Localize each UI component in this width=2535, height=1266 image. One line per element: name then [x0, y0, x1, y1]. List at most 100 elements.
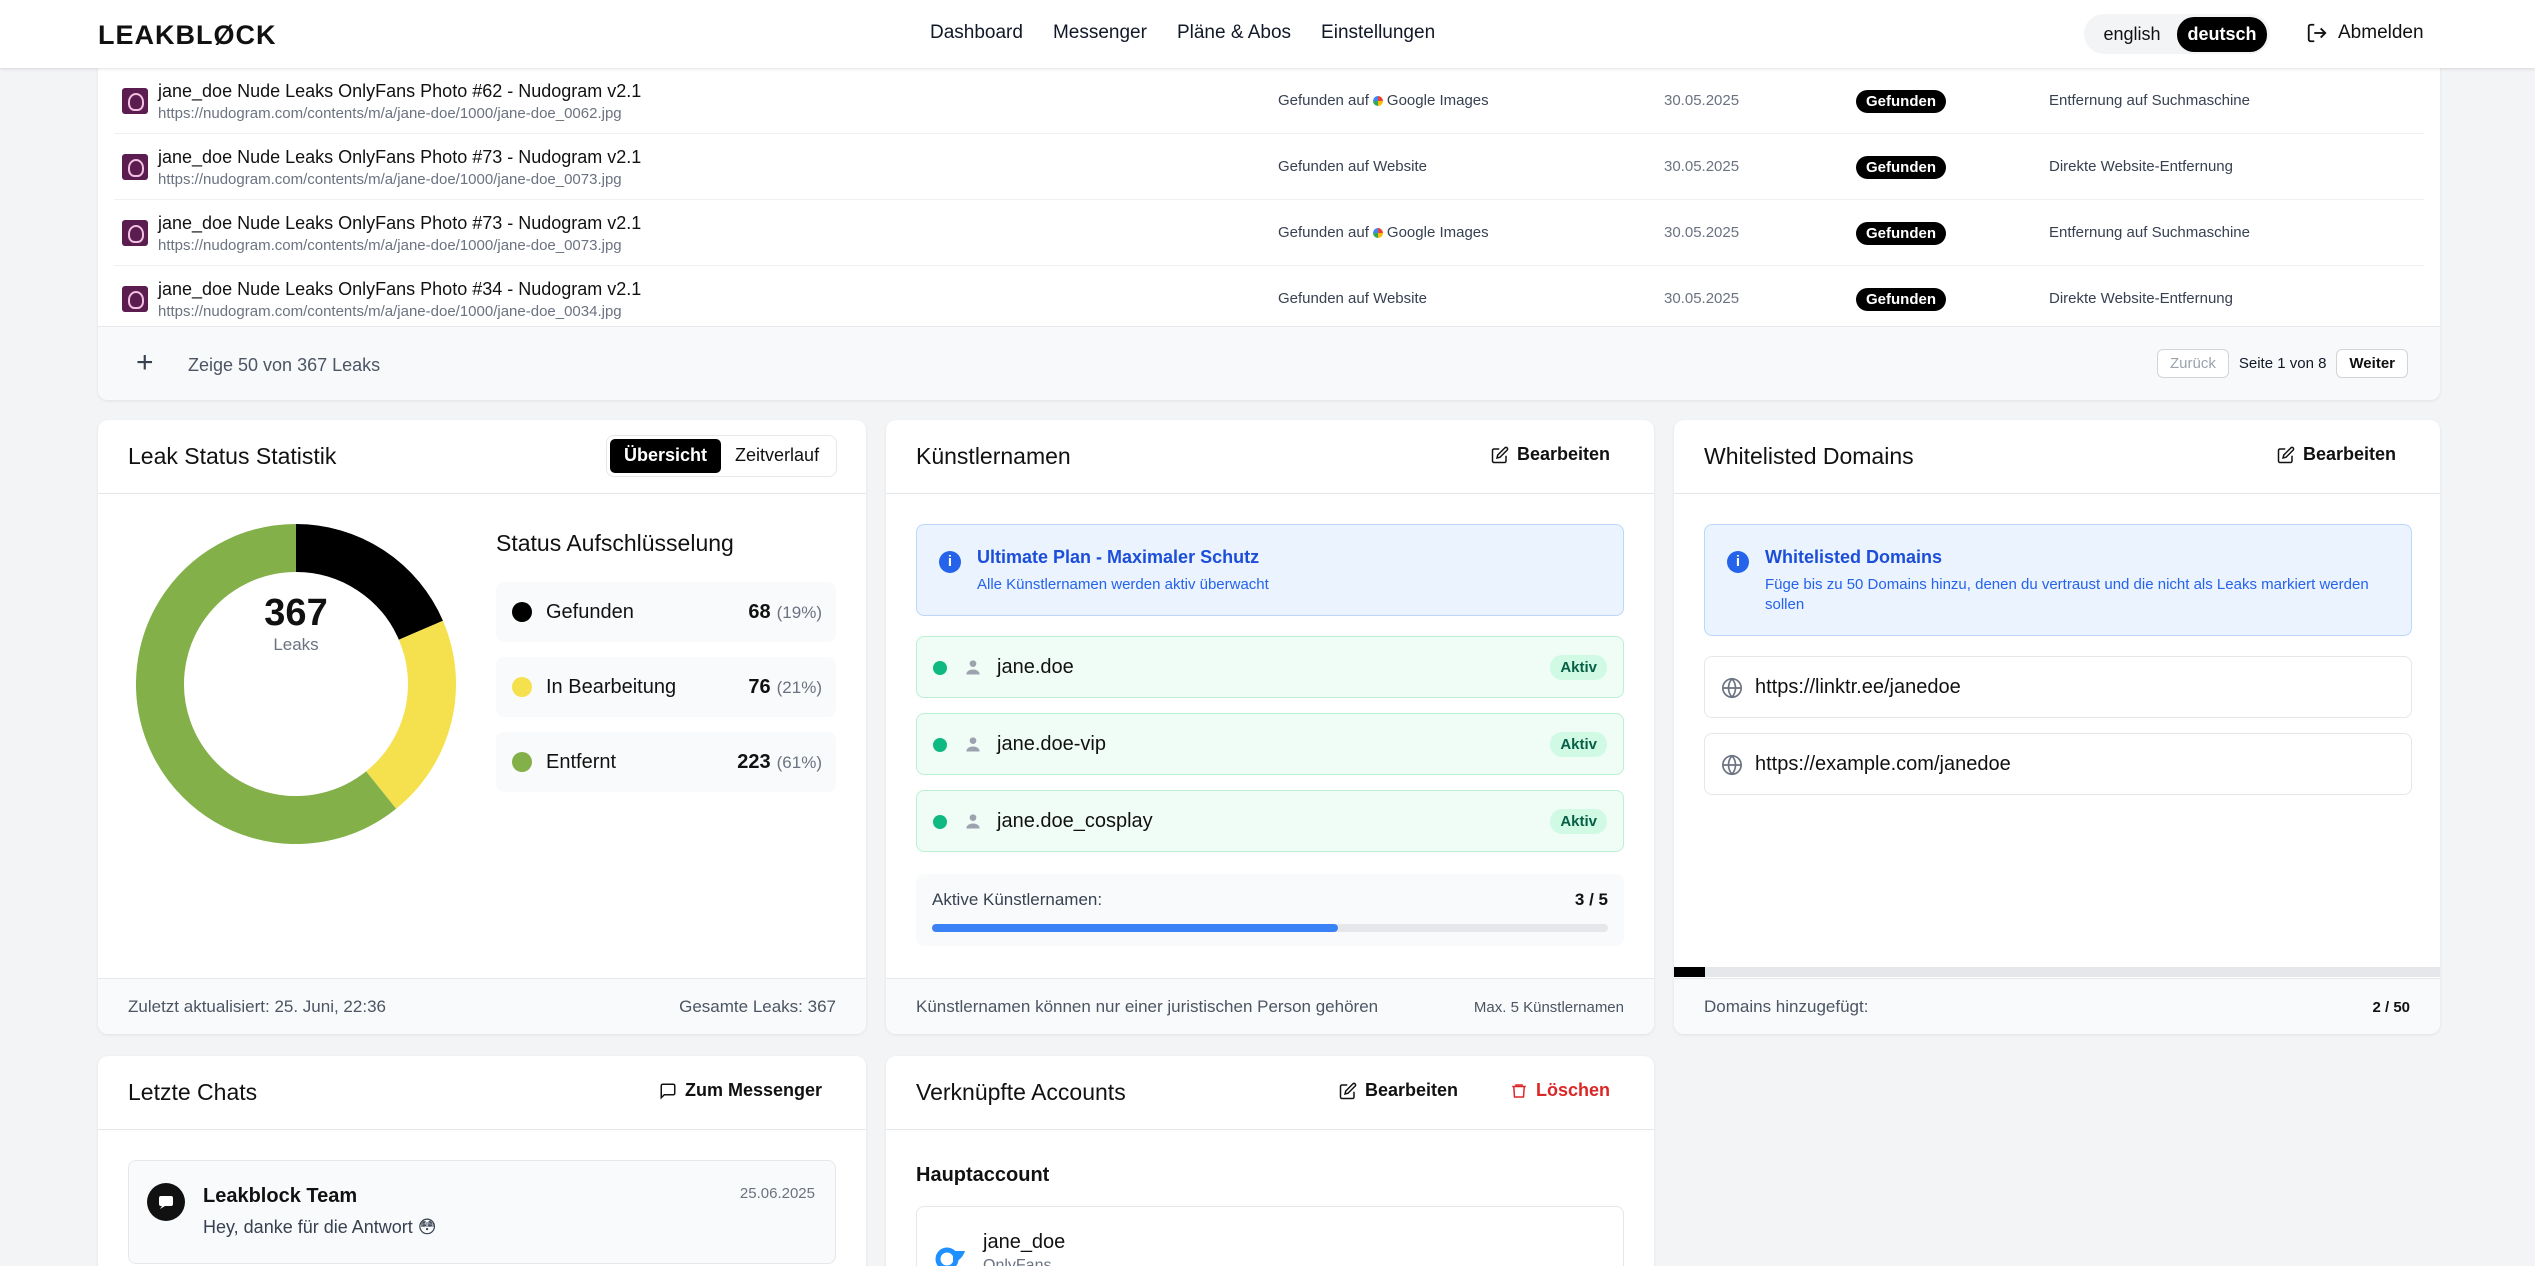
info-title: Ultimate Plan - Maximaler Schutz: [977, 547, 1260, 567]
leak-url[interactable]: https://nudogram.com/contents/m/a/jane-d…: [158, 171, 622, 188]
card-title: Künstlernamen: [916, 443, 1071, 469]
info-icon: i: [1727, 551, 1749, 573]
legend-item-entfernt: Entfernt 223 (61%): [496, 732, 836, 792]
status-badge: Aktiv: [1550, 732, 1607, 757]
table-row[interactable]: jane_doe Nude Leaks OnlyFans Photo #73 -…: [114, 200, 2424, 266]
edit-accounts-button[interactable]: Bearbeiten: [1339, 1080, 1458, 1101]
artist-item[interactable]: jane.doe Aktiv: [916, 636, 1624, 698]
leaks-table-card: jane_doe Nude Leaks OnlyFans Photo #62 -…: [98, 40, 2440, 400]
edit-artists-button[interactable]: Bearbeiten: [1491, 444, 1610, 465]
artist-item[interactable]: jane.doe_cosplay Aktiv: [916, 790, 1624, 852]
info-description: Füge bis zu 50 Domains hinzu, denen du v…: [1765, 576, 2369, 613]
table-row[interactable]: jane_doe Nude Leaks OnlyFans Photo #62 -…: [114, 68, 2424, 134]
found-label: Gefunden auf: [1278, 224, 1369, 241]
domain-item[interactable]: https://linktr.ee/janedoe: [1704, 656, 2412, 718]
leak-url[interactable]: https://nudogram.com/contents/m/a/jane-d…: [158, 237, 622, 254]
edit-domains-button[interactable]: Bearbeiten: [2277, 444, 2396, 465]
active-artists-progress: Aktive Künstlernamen: 3 / 5: [916, 874, 1624, 946]
leak-url[interactable]: https://nudogram.com/contents/m/a/jane-d…: [158, 303, 622, 320]
info-description: Alle Künstlernamen werden aktiv überwach…: [977, 576, 1269, 593]
nav-settings[interactable]: Einstellungen: [1321, 22, 1435, 44]
leak-title[interactable]: jane_doe Nude Leaks OnlyFans Photo #34 -…: [158, 279, 641, 300]
nav-plans[interactable]: Pläne & Abos: [1177, 22, 1291, 44]
domain-item[interactable]: https://example.com/janedoe: [1704, 733, 2412, 795]
total-leaks-footer: Gesamte Leaks: 367: [679, 997, 836, 1016]
globe-icon: [1722, 677, 1742, 699]
status-badge: Aktiv: [1550, 655, 1607, 680]
leak-title[interactable]: jane_doe Nude Leaks OnlyFans Photo #62 -…: [158, 81, 641, 102]
leak-action: Direkte Website-Entfernung: [2049, 290, 2233, 307]
leak-date: 30.05.2025: [1664, 158, 1740, 175]
found-source: Google Images: [1386, 224, 1489, 241]
plan-info-box: i Ultimate Plan - Maximaler Schutz Alle …: [916, 524, 1624, 616]
leak-title[interactable]: jane_doe Nude Leaks OnlyFans Photo #73 -…: [158, 213, 641, 234]
nav-messenger[interactable]: Messenger: [1053, 22, 1147, 44]
delete-label: Löschen: [1535, 1080, 1610, 1100]
donut-slice-entfernt[interactable]: [136, 524, 397, 844]
card-footer: Domains hinzugefügt: 2 / 50: [1674, 978, 2440, 1034]
legend-name: In Bearbeitung: [546, 676, 677, 698]
trash-icon: [1512, 1083, 1526, 1098]
progress-fill: [932, 924, 1338, 932]
legend-count: 76: [748, 676, 771, 698]
legend-dot: [512, 602, 532, 622]
leak-action: Entfernung auf Suchmaschine: [2049, 92, 2250, 109]
donut-chart: [136, 524, 456, 844]
found-label: Gefunden auf: [1278, 92, 1369, 109]
page-indicator: Seite 1 von 8: [2238, 355, 2327, 372]
leak-found-on: Gefunden auf Website: [1278, 158, 1427, 175]
leak-url[interactable]: https://nudogram.com/contents/m/a/jane-d…: [158, 105, 622, 122]
edit-label: Bearbeiten: [1364, 1080, 1458, 1100]
edit-label: Bearbeiten: [2302, 444, 2396, 464]
artist-item[interactable]: jane.doe-vip Aktiv: [916, 713, 1624, 775]
main-account-item[interactable]: jane_doe OnlyFans: [916, 1206, 1624, 1266]
site-favicon-icon: [122, 286, 148, 312]
logo[interactable]: LEAKBLØCK: [98, 20, 277, 51]
plus-icon[interactable]: +: [136, 348, 154, 378]
legend-name: Gefunden: [546, 601, 634, 623]
table-row[interactable]: jane_doe Nude Leaks OnlyFans Photo #73 -…: [114, 134, 2424, 200]
leak-title[interactable]: jane_doe Nude Leaks OnlyFans Photo #73 -…: [158, 147, 641, 168]
domain-url: https://linktr.ee/janedoe: [1755, 676, 1961, 698]
google-icon: [1372, 95, 1383, 106]
legend-dot: [512, 752, 532, 772]
progress-value: 3 / 5: [1574, 890, 1608, 909]
next-page-button[interactable]: Weiter: [2336, 349, 2408, 378]
delete-accounts-button[interactable]: Löschen: [1510, 1080, 1610, 1101]
legend-percent: (21%): [776, 678, 822, 697]
lang-deutsch[interactable]: deutsch: [2177, 16, 2267, 52]
open-messenger-button[interactable]: Zum Messenger: [659, 1080, 822, 1101]
legend-percent: (61%): [776, 753, 822, 772]
stats-view-toggle: Übersicht Zeitverlauf: [606, 435, 838, 477]
last-updated: Zuletzt aktualisiert: 25. Juni, 22:36: [128, 997, 386, 1016]
tab-timeline[interactable]: Zeitverlauf: [721, 439, 833, 473]
main-nav: Dashboard Messenger Pläne & Abos Einstel…: [930, 22, 1435, 44]
chat-date: 25.06.2025: [739, 1185, 815, 1202]
edit-icon: [1339, 1082, 1357, 1099]
account-name: jane_doe: [983, 1231, 1066, 1253]
linked-accounts-card: Verknüpfte Accounts Bearbeiten Löschen H…: [886, 1056, 1654, 1266]
logout-button[interactable]: Abmelden: [2306, 22, 2424, 44]
card-title: Whitelisted Domains: [1704, 443, 1914, 469]
chat-avatar-icon: [147, 1183, 185, 1221]
recent-chats-card: Letzte Chats Zum Messenger Leakblock Tea…: [98, 1056, 866, 1266]
tab-overview[interactable]: Übersicht: [610, 439, 722, 473]
chat-item[interactable]: Leakblock Team Hey, danke für die Antwor…: [128, 1160, 836, 1264]
card-header: Leak Status Statistik Übersicht Zeitverl…: [98, 420, 866, 494]
pagination: Zurück Seite 1 von 8 Weiter: [2157, 349, 2408, 378]
edit-label: Bearbeiten: [1516, 444, 1610, 464]
user-icon: [966, 737, 980, 752]
status-badge: Gefunden: [1856, 90, 1946, 113]
card-title: Leak Status Statistik: [128, 443, 337, 469]
leak-found-on: Gefunden auf Google Images: [1278, 224, 1489, 241]
prev-page-button[interactable]: Zurück: [2157, 349, 2229, 378]
site-favicon-icon: [122, 154, 148, 180]
lang-english[interactable]: english: [2087, 17, 2177, 52]
leaks-table: jane_doe Nude Leaks OnlyFans Photo #62 -…: [114, 68, 2424, 332]
card-title: Letzte Chats: [128, 1079, 258, 1105]
nav-dashboard[interactable]: Dashboard: [930, 22, 1023, 44]
total-leaks-label: Leaks: [273, 635, 319, 654]
table-row[interactable]: jane_doe Nude Leaks OnlyFans Photo #34 -…: [114, 266, 2424, 332]
status-badge: Aktiv: [1550, 809, 1607, 834]
chat-name: Leakblock Team: [203, 1185, 358, 1207]
